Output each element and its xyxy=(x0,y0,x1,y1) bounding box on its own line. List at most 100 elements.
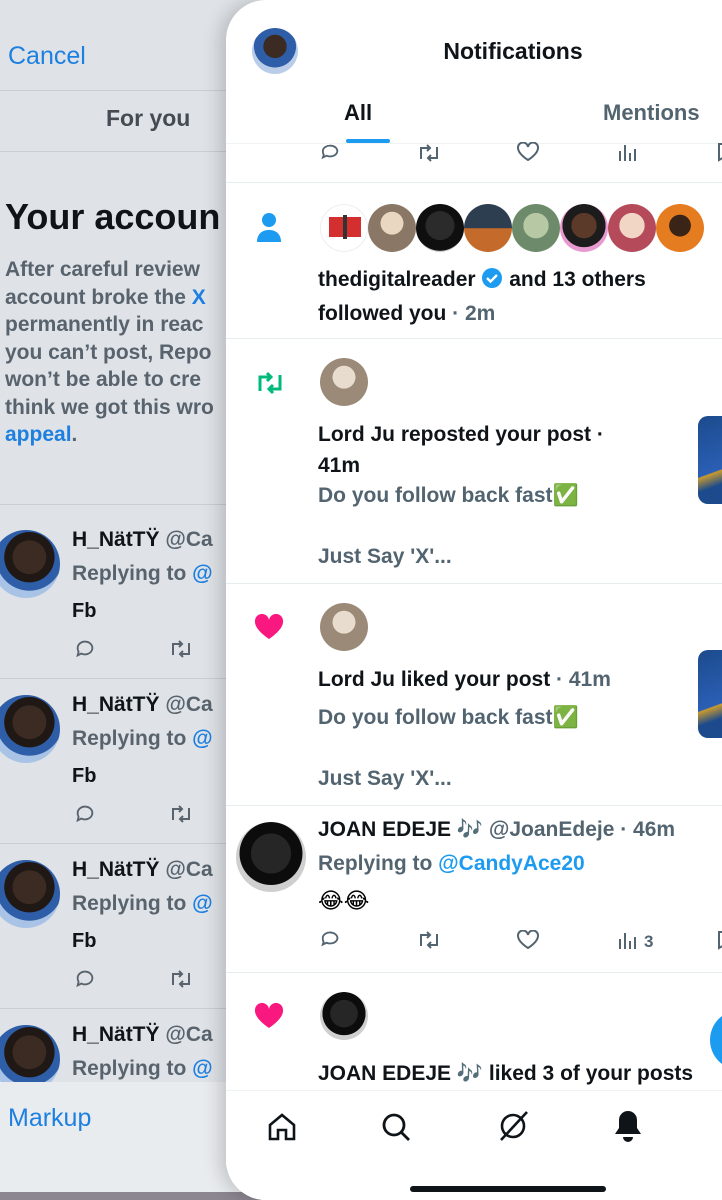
tweet-author: H_NätTŸ @Ca xyxy=(72,1023,213,1046)
heart-icon xyxy=(254,614,284,640)
repost-icon[interactable] xyxy=(168,968,194,990)
verified-badge-icon xyxy=(481,267,503,298)
views-icon[interactable] xyxy=(618,930,638,950)
grok-icon[interactable] xyxy=(496,1109,530,1143)
avatar[interactable] xyxy=(0,530,60,598)
divider xyxy=(226,583,722,584)
timestamp: 41m xyxy=(318,454,361,477)
tweet-author: H_NätTŸ @Ca xyxy=(72,528,213,551)
home-indicator xyxy=(410,1186,606,1192)
compose-button[interactable] xyxy=(710,1010,722,1070)
avatar[interactable] xyxy=(656,204,704,252)
repost-icon xyxy=(254,370,286,396)
author-handle: @JoanEdeje xyxy=(483,818,615,841)
body-line: account broke the X xyxy=(5,285,206,309)
repost-icon[interactable] xyxy=(168,803,194,825)
replying-to: Replying to @ xyxy=(72,562,213,585)
avatar[interactable] xyxy=(0,695,60,763)
person-icon xyxy=(256,212,282,242)
replying-to: Replying to @ xyxy=(72,892,213,915)
reply-icon[interactable] xyxy=(74,803,100,825)
body-line: permanently in reac xyxy=(5,313,204,336)
bottom-nav xyxy=(226,1090,722,1200)
bell-icon[interactable] xyxy=(612,1109,644,1143)
account-suspended-headline: Your accoun xyxy=(5,196,221,237)
reply-icon[interactable] xyxy=(74,968,100,990)
search-icon[interactable] xyxy=(380,1111,412,1143)
avatar[interactable] xyxy=(512,204,560,252)
avatar[interactable] xyxy=(464,204,512,252)
avatar[interactable] xyxy=(0,860,60,928)
like-icon[interactable] xyxy=(516,930,540,950)
views-count: 3 xyxy=(644,932,654,951)
views-icon[interactable] xyxy=(618,142,638,162)
account-suspended-body: After careful review account broke the X… xyxy=(5,256,214,449)
post-preview[interactable]: Do you follow back fast✅ xyxy=(318,706,579,730)
mention-link[interactable]: @CandyAce20 xyxy=(438,852,585,875)
share-icon[interactable] xyxy=(716,930,722,950)
avatar[interactable] xyxy=(560,204,608,252)
post-preview[interactable]: Do you follow back fast✅ xyxy=(318,484,579,508)
reply-icon[interactable] xyxy=(74,638,100,660)
media-thumbnail[interactable] xyxy=(698,650,722,738)
tweet-text: Fb xyxy=(72,765,97,787)
avatar[interactable] xyxy=(368,204,416,252)
media-thumbnail[interactable] xyxy=(698,416,722,504)
repost-icon[interactable] xyxy=(168,638,194,660)
avatar[interactable] xyxy=(320,603,368,651)
reply-author: JOAN EDEJE 🎶 @JoanEdeje · 46m xyxy=(318,818,675,842)
avatar[interactable] xyxy=(416,204,464,252)
post-preview[interactable]: Just Say 'X'... xyxy=(318,545,452,569)
reply-icon[interactable] xyxy=(320,144,342,162)
tweet-author: H_NätTŸ @Ca xyxy=(72,693,213,716)
repost-icon[interactable] xyxy=(416,144,442,162)
replying-to: Replying to @ xyxy=(72,1057,213,1080)
body-line: think we got this wro xyxy=(5,395,214,419)
avatar[interactable] xyxy=(320,358,368,406)
page-title: Notifications xyxy=(443,38,583,64)
tab-for-you[interactable]: For you xyxy=(106,105,190,132)
like-notification-text: Lord Ju liked your post · 41m xyxy=(318,668,611,691)
author-name[interactable]: JOAN EDEJE 🎶 xyxy=(318,818,483,841)
tweet-author: H_NätTŸ @Ca xyxy=(72,858,213,881)
divider xyxy=(226,182,722,183)
reply-icon[interactable] xyxy=(320,930,342,950)
replying-to: Replying to @CandyAce20 xyxy=(318,852,585,875)
timestamp: · 2m xyxy=(446,302,496,325)
divider xyxy=(226,805,722,806)
repost-icon[interactable] xyxy=(416,931,442,949)
follow-notification-text: thedigitalreader and 13 others followed … xyxy=(318,267,646,325)
body-line: After careful review xyxy=(5,258,200,281)
timestamp: · 46m xyxy=(614,818,676,841)
post-preview[interactable]: Just Say 'X'... xyxy=(318,767,452,791)
divider xyxy=(226,972,722,973)
replying-to: Replying to @ xyxy=(72,727,213,750)
tweet-text: Fb xyxy=(72,930,97,952)
body-line: you can’t post, Repo xyxy=(5,340,212,364)
tab-all[interactable]: All xyxy=(344,100,372,126)
avatar[interactable] xyxy=(320,992,368,1040)
body-line: won’t be able to cre xyxy=(5,368,202,391)
tab-mentions[interactable]: Mentions xyxy=(603,100,700,126)
divider xyxy=(226,338,722,339)
share-icon[interactable] xyxy=(716,142,722,162)
tabs-divider xyxy=(226,143,722,144)
home-icon[interactable] xyxy=(266,1111,298,1143)
reply-text: 😂😂 xyxy=(318,888,370,913)
avatar[interactable] xyxy=(236,822,306,892)
avatar[interactable] xyxy=(608,204,656,252)
avatar[interactable] xyxy=(320,204,368,252)
rules-link[interactable]: X xyxy=(192,286,206,309)
actor-name[interactable]: thedigitalreader xyxy=(318,268,476,291)
body-line: appeal. xyxy=(5,423,78,446)
cancel-button[interactable]: Cancel xyxy=(8,42,86,71)
like-notification-text: JOAN EDEJE 🎶 liked 3 of your posts xyxy=(318,1062,694,1085)
repost-notification-text: Lord Ju reposted your post · 41m xyxy=(318,423,604,477)
notifications-sheet: Notifications All Mentions thedigitalrea… xyxy=(226,0,722,1200)
like-icon[interactable] xyxy=(516,142,540,162)
timestamp: · 41m xyxy=(550,668,611,691)
appeal-link[interactable]: appeal xyxy=(5,423,72,446)
markup-button[interactable]: Markup xyxy=(8,1104,91,1133)
heart-icon xyxy=(254,1003,284,1029)
tweet-text: Fb xyxy=(72,600,97,622)
